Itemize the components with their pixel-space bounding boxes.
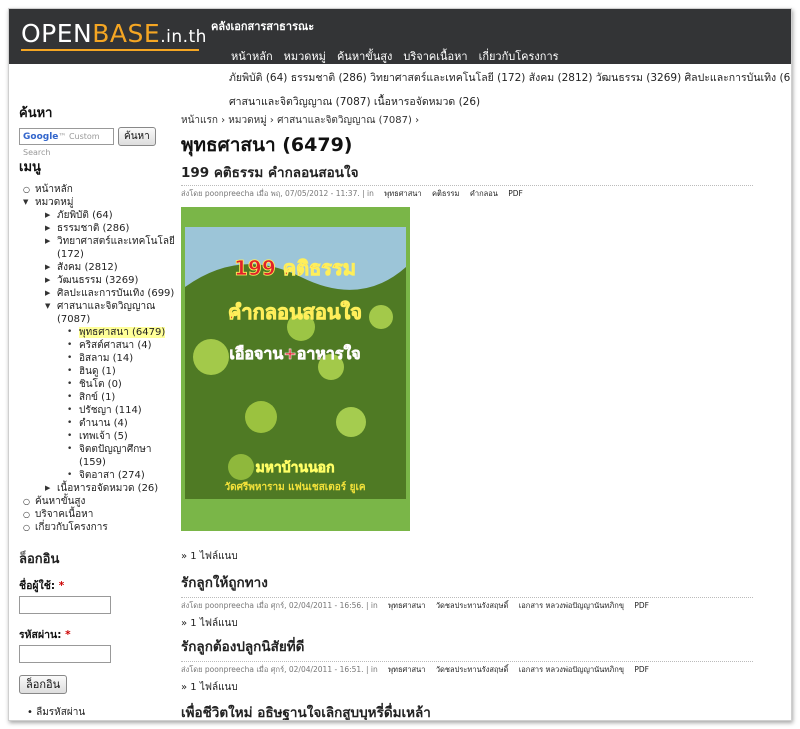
attachment-link[interactable]: » 1 ไฟล์แนบ	[181, 549, 238, 564]
menu-cat-religion[interactable]: ศาสนาและจิตวิญญาณ (7087) พุทธศาสนา (6479…	[41, 300, 179, 482]
menu-religion-contemplative[interactable]: จิตตปัญญาศึกษา (159)	[63, 443, 179, 469]
apple	[193, 339, 229, 375]
menu-item-home[interactable]: หน้าหลัก	[19, 183, 179, 196]
node-title[interactable]: รักลูกต้องปลูกนิสัยที่ดี	[181, 635, 753, 657]
node-tag[interactable]: คำกลอน	[470, 189, 498, 198]
node-meta: ส่งโดย poonpreecha เมื่อ ศุกร์, 02/04/20…	[181, 661, 753, 676]
main-content: หน้าแรก › หมวดหมู่ › ศาสนาและจิตวิญญาณ (…	[181, 113, 756, 720]
node-title[interactable]: เพื่อชีวิตใหม่ อธิษฐานใจเลิกสูบบุหรี่ดื่…	[181, 701, 753, 720]
book-cover-image[interactable]: 199 คติธรรม คำกลอนสอนใจ เอือจาน+อาหารใจ …	[181, 207, 410, 531]
site-slogan: คลังเอกสารสาธารณะ	[211, 20, 315, 33]
book-cover-graphic: 199 คติธรรม คำกลอนสอนใจ เอือจาน+อาหารใจ …	[181, 207, 410, 531]
menu-cat-arts[interactable]: ศิลปะและการบันเทิง (699)	[41, 287, 179, 300]
menu-religion-sikh[interactable]: สิกข์ (1)	[63, 391, 179, 404]
attachment-link[interactable]: » 1 ไฟล์แนบ	[181, 616, 753, 631]
apple	[228, 454, 254, 480]
cover-title-3: เอือจาน+อาหารใจ	[229, 344, 360, 363]
login-heading: ล็อกอิน	[19, 552, 60, 567]
attachment-link[interactable]: » 1 ไฟล์แนบ	[181, 680, 753, 695]
node-4: เพื่อชีวิตใหม่ อธิษฐานใจเลิกสูบบุหรี่ดื่…	[181, 701, 753, 720]
node-tag[interactable]: พุทธศาสนา	[388, 665, 425, 674]
page-title: พุทธศาสนา (6479)	[181, 134, 353, 156]
apple	[245, 401, 277, 433]
top-navigation: หน้าหลัก หมวดหมู่ ค้นหาขั้นสูง บริจาคเนื…	[231, 47, 559, 65]
sidebar: ค้นหา Google™ Custom Search ค้นหา เมนู ห…	[19, 102, 179, 720]
menu-religion-hindu[interactable]: ฮินดู (1)	[63, 365, 179, 378]
page-frame: OPENBASE.in.th คลังเอกสารสาธารณะ หน้าหลั…	[8, 8, 792, 721]
node-tag[interactable]: เอกสาร หลวงพ่อปัญญานันทภิกขุ	[519, 601, 624, 610]
cover-author: มหาบ้านนอก	[255, 460, 334, 476]
username-field[interactable]	[19, 596, 111, 614]
cover-publisher: วัดศรีพหาราม แฟนเชสเตอร์ ยูเค	[224, 481, 365, 494]
node-tag[interactable]: คติธรรม	[432, 189, 459, 198]
node-tag[interactable]: PDF	[634, 665, 649, 674]
menu-item-categories[interactable]: หมวดหมู่ ภัยพิบัติ (64) ธรรมชาติ (286) ว…	[19, 196, 179, 495]
site-header: OPENBASE.in.th คลังเอกสารสาธารณะ หน้าหลั…	[9, 9, 791, 64]
breadcrumb[interactable]: หน้าแรก › หมวดหมู่ › ศาสนาและจิตวิญญาณ (…	[181, 113, 756, 128]
nav-home[interactable]: หน้าหลัก	[231, 47, 273, 65]
password-field[interactable]	[19, 645, 111, 663]
node-tag[interactable]: พุทธศาสนา	[384, 189, 421, 198]
nav-about[interactable]: เกี่ยวกับโครงการ	[479, 47, 559, 65]
menu-item-about[interactable]: เกี่ยวกับโครงการ	[19, 521, 179, 534]
menu-religion-volunteer[interactable]: จิตอาสา (274)	[63, 469, 179, 482]
apple	[369, 305, 393, 329]
search-input[interactable]: Google™ Custom Search	[19, 128, 114, 157]
node-tag[interactable]: วัดชลประทานรังสฤษดิ์	[436, 665, 509, 674]
node-title[interactable]: รักลูกให้ถูกทาง	[181, 571, 753, 593]
menu-religion-islam[interactable]: อิสลาม (14)	[63, 352, 179, 365]
cover-title-1: 199 คติธรรม	[234, 256, 356, 280]
node-1: 199 คติธรรม คำกลอนสอนใจ ส่งโดย poonpreec…	[181, 161, 753, 200]
menu-cat-disaster[interactable]: ภัยพิบัติ (64)	[41, 209, 179, 222]
password-label: รหัสผ่าน: *	[19, 629, 71, 641]
google-logo: Google	[23, 132, 59, 142]
search-form: Google™ Custom Search ค้นหา	[19, 127, 179, 157]
menu-religion-deities[interactable]: เทพเจ้า (5)	[63, 430, 179, 443]
sidebar-menu: หน้าหลัก หมวดหมู่ ภัยพิบัติ (64) ธรรมชาต…	[19, 183, 179, 534]
menu-cat-culture[interactable]: วัฒนธรรม (3269)	[41, 274, 179, 287]
apple	[336, 407, 366, 437]
node-3: รักลูกต้องปลูกนิสัยที่ดี ส่งโดย poonpree…	[181, 635, 753, 695]
menu-cat-society[interactable]: สังคม (2812)	[41, 261, 179, 274]
bottom-band	[185, 499, 406, 531]
node-meta: ส่งโดย poonpreecha เมื่อ ศุกร์, 02/04/20…	[181, 597, 753, 612]
nav-categories[interactable]: หมวดหมู่	[284, 47, 326, 65]
forgot-password-link[interactable]: • ลืมรหัสผ่าน	[19, 705, 179, 720]
nav-advanced-search[interactable]: ค้นหาขั้นสูง	[337, 47, 392, 65]
menu-cat-science[interactable]: วิทยาศาสตร์และเทคโนโลยี (172)	[41, 235, 179, 261]
category-bar: ภัยพิบัติ (64) ธรรมชาติ (286) วิทยาศาสตร…	[229, 69, 791, 117]
node-tag[interactable]: วัดชลประทานรังสฤษดิ์	[436, 601, 509, 610]
username-label: ชื่อผู้ใช้: *	[19, 580, 65, 592]
node-tag[interactable]: PDF	[508, 189, 523, 198]
menu-religion-philosophy[interactable]: ปรัชญา (114)	[63, 404, 179, 417]
menu-religion-legend[interactable]: ตำนาน (4)	[63, 417, 179, 430]
search-button[interactable]: ค้นหา	[118, 127, 156, 146]
nav-donate[interactable]: บริจาคเนื้อหา	[403, 47, 467, 65]
node-tag[interactable]: PDF	[634, 601, 649, 610]
menu-item-advanced-search[interactable]: ค้นหาขั้นสูง	[19, 495, 179, 508]
node-2: รักลูกให้ถูกทาง ส่งโดย poonpreecha เมื่อ…	[181, 571, 753, 631]
menu-cat-uncategorized[interactable]: เนื้อหารอจัดหมวด (26)	[41, 482, 179, 495]
menu-item-donate[interactable]: บริจาคเนื้อหา	[19, 508, 179, 521]
category-row-1[interactable]: ภัยพิบัติ (64) ธรรมชาติ (286) วิทยาศาสตร…	[229, 69, 791, 93]
logo-underline	[21, 49, 199, 51]
menu-religion-buddhism[interactable]: พุทธศาสนา (6479)	[63, 326, 179, 339]
login-button[interactable]: ล็อกอิน	[19, 675, 68, 694]
node-title[interactable]: 199 คติธรรม คำกลอนสอนใจ	[181, 161, 753, 183]
menu-religion-shinto[interactable]: ชินโต (0)	[63, 378, 179, 391]
menu-cat-nature[interactable]: ธรรมชาติ (286)	[41, 222, 179, 235]
menu-religion-christianity[interactable]: คริสต์ศาสนา (4)	[63, 339, 179, 352]
site-logo[interactable]: OPENBASE.in.th	[21, 19, 207, 48]
node-tag[interactable]: พุทธศาสนา	[388, 601, 425, 610]
node-meta: ส่งโดย poonpreecha เมื่อ พฤ, 07/05/2012 …	[181, 185, 753, 200]
search-heading: ค้นหา	[19, 106, 53, 121]
cover-title-2: คำกลอนสอนใจ	[228, 300, 362, 324]
node-tag[interactable]: เอกสาร หลวงพ่อปัญญานันทภิกขุ	[519, 665, 624, 674]
